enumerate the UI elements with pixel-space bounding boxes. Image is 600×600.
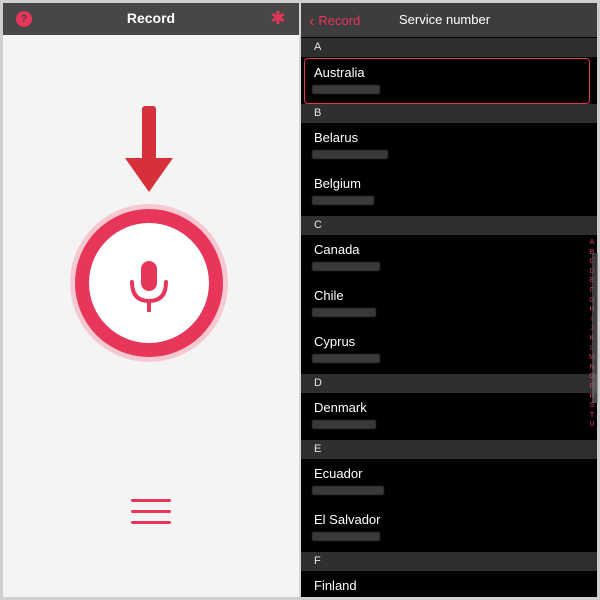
service-number-screen: ‹ Record Service number A Australia B Bel…	[301, 3, 597, 597]
record-topbar: ? Record ✱	[3, 3, 299, 35]
country-name: Canada	[314, 242, 360, 257]
redacted-number	[312, 420, 376, 429]
redacted-number	[312, 85, 380, 94]
list-item[interactable]: Canada	[301, 236, 597, 282]
list-item[interactable]: Denmark	[301, 394, 597, 440]
record-button-graphic	[70, 204, 228, 362]
country-name: Belgium	[314, 176, 361, 191]
redacted-number	[312, 532, 380, 541]
redacted-number	[312, 308, 376, 317]
back-button[interactable]: ‹ Record	[309, 12, 360, 30]
country-name: Denmark	[314, 400, 367, 415]
section-header: B	[301, 104, 597, 123]
page-title: Record	[126, 10, 176, 26]
redacted-number	[312, 150, 388, 159]
section-header: D	[301, 374, 597, 393]
country-name: Chile	[314, 288, 344, 303]
down-arrow-icon	[125, 106, 173, 192]
page-title: Service number	[399, 12, 491, 27]
list-item[interactable]: Finland	[301, 572, 597, 597]
service-topbar: ‹ Record Service number	[301, 3, 597, 37]
list-item[interactable]: Belarus	[301, 124, 597, 170]
section-header: F	[301, 552, 597, 571]
settings-gear-icon[interactable]: ✱	[269, 8, 287, 28]
hamburger-menu-icon[interactable]	[131, 499, 171, 529]
redacted-number	[312, 486, 384, 495]
list-item[interactable]: Chile	[301, 282, 597, 328]
list-item[interactable]: Ecuador	[301, 460, 597, 506]
chevron-left-icon: ‹	[309, 13, 315, 30]
section-header: E	[301, 440, 597, 459]
list-item[interactable]: Australia	[304, 58, 590, 104]
redacted-number	[312, 196, 374, 205]
section-header: A	[301, 38, 597, 57]
country-name: Belarus	[314, 130, 359, 145]
record-screen: ? Record ✱	[3, 3, 299, 597]
index-letter[interactable]: T	[587, 411, 597, 421]
edge-shadow	[592, 253, 598, 403]
index-letter[interactable]: A	[587, 238, 597, 248]
redacted-number	[312, 262, 380, 271]
section-header: C	[301, 216, 597, 235]
record-button[interactable]	[69, 203, 229, 363]
list-item[interactable]: Belgium	[301, 170, 597, 216]
country-name: El Salvador	[314, 512, 381, 527]
redacted-number	[312, 354, 380, 363]
country-name: Cyprus	[314, 334, 356, 349]
country-name: Ecuador	[314, 466, 363, 481]
country-name: Australia	[314, 65, 365, 80]
list-item[interactable]: Cyprus	[301, 328, 597, 374]
back-label: Record	[318, 13, 361, 28]
index-letter[interactable]: U	[587, 420, 597, 430]
list-item[interactable]: El Salvador	[301, 506, 597, 552]
country-name: Finland	[314, 578, 357, 593]
